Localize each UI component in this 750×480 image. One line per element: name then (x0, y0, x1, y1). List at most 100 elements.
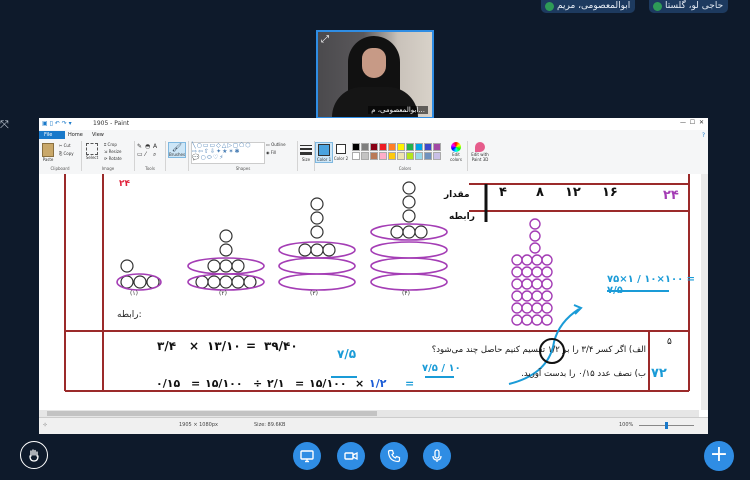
color-swatch[interactable] (388, 152, 396, 160)
phone-icon (387, 449, 401, 463)
color-swatch[interactable] (406, 152, 414, 160)
blue-note-right: ۷۲ (651, 366, 667, 381)
cursor-icon: ⊹ (43, 422, 48, 428)
window-controls[interactable]: — ☐ ✕ (680, 119, 704, 126)
color-swatch[interactable] (370, 143, 378, 151)
file-size: Size: 89.6KB (254, 422, 286, 428)
select-button[interactable]: Select (85, 143, 99, 160)
crop-button[interactable]: ⌗ Crop (104, 142, 117, 147)
zoom-slider-thumb[interactable] (665, 422, 668, 429)
color-swatch[interactable] (361, 152, 369, 160)
color-picker-icon[interactable]: ⁄ (145, 151, 146, 158)
hand-icon (29, 449, 39, 462)
quick-access-icons[interactable]: ▣ ▯ ↶ ↷ ▾ (42, 120, 72, 127)
video-tile[interactable]: ⤢ ابوالمعصومی، م... (316, 30, 434, 119)
pencil-icon[interactable]: ✎ (137, 143, 142, 150)
table-cell-2: ۸ (536, 185, 544, 200)
eq2-d: ۱۵/۱۰۰ (309, 377, 347, 390)
paint-canvas[interactable]: رابطه: (۱) (۲) (۳) (۴) ۴ ۸ ۱۲ ۱۶ ۲۴ مقدا… (39, 174, 708, 414)
participant-chip-0[interactable]: حاجی لو، گلستا (649, 0, 729, 13)
table-label-rabete: رابطه (449, 212, 475, 222)
color-swatch[interactable] (352, 152, 360, 160)
color-swatch[interactable] (397, 152, 405, 160)
shapes-gallery[interactable]: ╲○▭▭◇△▷◻⬠⬡ ⇨⇦⇧⇩✦★✶✱ 💬○⬭♡⚡ (191, 142, 265, 164)
tab-home[interactable]: Home (63, 131, 88, 139)
color1-button[interactable]: Color 1 (315, 142, 333, 163)
edit-colors-group: Edit colors (445, 141, 468, 171)
copy-button[interactable]: ⎘ Copy (59, 151, 74, 156)
paste-button[interactable]: Paste (41, 143, 55, 162)
color2-button[interactable]: Color 2 (333, 142, 349, 161)
table-cell-1: ۴ (499, 185, 507, 200)
magnifier-icon[interactable]: ⌕ (153, 151, 156, 159)
colors-group: Color 1 Color 2 Colors (315, 141, 455, 171)
camera-button[interactable] (337, 442, 365, 470)
camera-icon (344, 451, 358, 461)
color-swatch[interactable] (379, 152, 387, 160)
color-swatch[interactable] (433, 143, 441, 151)
raise-hand-button[interactable] (20, 441, 48, 469)
resize-button[interactable]: ⇲ Resize (104, 149, 121, 154)
participant-name: حاجی لو، گلستا (665, 1, 724, 11)
question-b: ب) نصف عدد ۰/۱۵ را بدست آورید. (521, 369, 646, 379)
fullscreen-icon[interactable]: ⤧ (0, 118, 9, 132)
tools-label: Tools (145, 166, 155, 171)
shapes-label: Shapes (235, 166, 251, 171)
color-swatch[interactable] (415, 152, 423, 160)
phone-button[interactable] (380, 442, 408, 470)
color-swatch[interactable] (424, 143, 432, 151)
red-handwritten-mark: ۲۴ (119, 179, 130, 189)
shapes-group: ╲○▭▭◇△▷◻⬠⬡ ⇨⇦⇧⇩✦★✶✱ 💬○⬭♡⚡ ▭ Outline ◉ Fill… (189, 141, 298, 171)
color-swatch[interactable] (397, 143, 405, 151)
status-bar: ⊹ 1905 × 1080px Size: 89.6KB 100% (39, 417, 708, 434)
microphone-button[interactable] (423, 442, 451, 470)
video-name-label: ابوالمعصومی، م... (368, 106, 428, 114)
edit-colors-button[interactable]: Edit colors (446, 142, 466, 162)
ribbon: File Home View Paste ✂ Cut ⎘ Copy Clipbo… (39, 130, 708, 175)
help-icon[interactable]: ? (702, 132, 705, 139)
select-icon (86, 143, 98, 155)
color-swatch[interactable] (379, 143, 387, 151)
color-swatch[interactable] (370, 152, 378, 160)
eq1-right: ۳۹/۴۰ (264, 339, 298, 353)
expand-icon[interactable]: ⤢ (321, 34, 329, 45)
eq1-mid: ۱۳/۱۰ (207, 339, 241, 353)
size-button[interactable]: Size (299, 143, 313, 162)
eq2-e: ۱/۲ (369, 377, 387, 390)
rotate-button[interactable]: ⟳ Rotate (104, 156, 122, 161)
color-swatch[interactable] (388, 143, 396, 151)
color-swatch[interactable] (424, 152, 432, 160)
horizontal-scrollbar[interactable] (39, 410, 699, 417)
color-swatch[interactable] (352, 143, 360, 151)
color-swatch[interactable] (406, 143, 414, 151)
share-screen-button[interactable] (293, 442, 321, 470)
tools-group: ✎ ◓ A ▭ ⁄ ⌕ Tools (135, 141, 166, 171)
more-options-button[interactable]: + (704, 441, 734, 471)
text-icon[interactable]: A (153, 143, 157, 150)
tab-view[interactable]: View (87, 131, 109, 139)
color-swatch[interactable] (415, 143, 423, 151)
scroll-thumb[interactable] (47, 411, 377, 416)
color-swatch[interactable] (361, 143, 369, 151)
figure-label-2: (۲) (219, 290, 227, 297)
cut-button[interactable]: ✂ Cut (59, 143, 71, 148)
participant-name: ابوالمعصومی، مریم (557, 1, 631, 11)
color-swatch[interactable] (433, 152, 441, 160)
tab-file[interactable]: File (39, 131, 65, 139)
status-dot-icon (545, 2, 554, 11)
brushes-button[interactable]: 🖌 Brushes (168, 142, 186, 158)
outline-button[interactable]: ▭ Outline (266, 142, 286, 147)
vertical-scrollbar[interactable] (701, 174, 708, 410)
fill-button[interactable]: ◉ Fill (266, 150, 276, 155)
image-group: Select ⌗ Crop ⇲ Resize ⟳ Rotate Image (82, 141, 135, 171)
edit-paint3d-button[interactable]: Edit with Paint 3D (469, 142, 491, 162)
eraser-icon[interactable]: ▭ (137, 151, 143, 158)
clipboard-label: Clipboard (50, 166, 70, 171)
fill-bucket-icon[interactable]: ◓ (145, 143, 150, 150)
brush-icon: 🖌 (171, 143, 183, 152)
person-body (332, 87, 418, 117)
blue-note-75: ۷/۵ (337, 347, 357, 361)
color1-swatch (318, 144, 330, 156)
participant-chip-1[interactable]: ابوالمعصومی، مریم (541, 0, 636, 13)
paint-window[interactable]: ▣ ▯ ↶ ↷ ▾ 1905 - Paint — ☐ ✕ File Home V… (39, 118, 708, 434)
